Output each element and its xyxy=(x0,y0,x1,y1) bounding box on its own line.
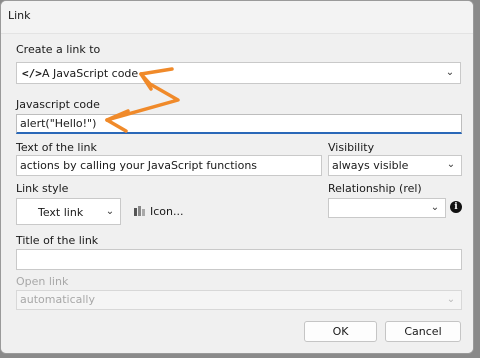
chevron-down-icon: ⌄ xyxy=(446,294,456,305)
link-title-label: Title of the link xyxy=(16,234,99,247)
link-dialog: Link Create a link to </> A JavaScript c… xyxy=(0,0,474,354)
visibility-label: Visibility xyxy=(328,141,375,154)
create-link-select[interactable]: </> A JavaScript code ⌄ xyxy=(16,62,461,84)
code-icon: </> xyxy=(22,67,42,80)
link-style-select[interactable]: Text link ⌄ xyxy=(16,198,121,225)
javascript-code-value: alert("Hello!") xyxy=(20,117,97,130)
javascript-code-input[interactable]: alert("Hello!") xyxy=(16,114,462,134)
visibility-selected: always visible xyxy=(332,159,409,172)
info-icon[interactable]: i xyxy=(450,201,462,213)
image-icon xyxy=(133,205,147,217)
chevron-down-icon: ⌄ xyxy=(105,206,115,217)
link-style-label: Link style xyxy=(16,182,69,195)
link-text-value: actions by calling your JavaScript funct… xyxy=(20,159,258,172)
ok-button[interactable]: OK xyxy=(304,321,377,342)
create-link-label: Create a link to xyxy=(16,43,101,56)
create-link-selected: A JavaScript code xyxy=(42,67,139,80)
open-link-select: automatically ⌄ xyxy=(16,290,462,310)
icon-button[interactable]: Icon... xyxy=(133,205,193,219)
icon-button-label: Icon... xyxy=(150,205,184,218)
chevron-down-icon: ⌄ xyxy=(446,159,456,170)
chevron-down-icon: ⌄ xyxy=(445,67,455,78)
link-title-input[interactable] xyxy=(16,249,462,270)
open-link-label: Open link xyxy=(16,275,69,288)
link-text-label: Text of the link xyxy=(16,141,97,154)
cancel-button[interactable]: Cancel xyxy=(385,321,461,342)
link-text-input[interactable]: actions by calling your JavaScript funct… xyxy=(16,155,322,176)
link-style-selected: Text link xyxy=(38,206,84,219)
dialog-body: Create a link to </> A JavaScript code ⌄… xyxy=(1,34,473,353)
chevron-down-icon: ⌄ xyxy=(430,202,440,213)
open-link-selected: automatically xyxy=(20,293,95,306)
dialog-title: Link xyxy=(8,9,31,22)
javascript-code-label: Javascript code xyxy=(16,98,100,111)
relationship-select[interactable]: ⌄ xyxy=(328,198,446,218)
visibility-select[interactable]: always visible ⌄ xyxy=(328,155,462,176)
relationship-label: Relationship (rel) xyxy=(328,182,422,195)
title-bar: Link xyxy=(1,1,473,34)
